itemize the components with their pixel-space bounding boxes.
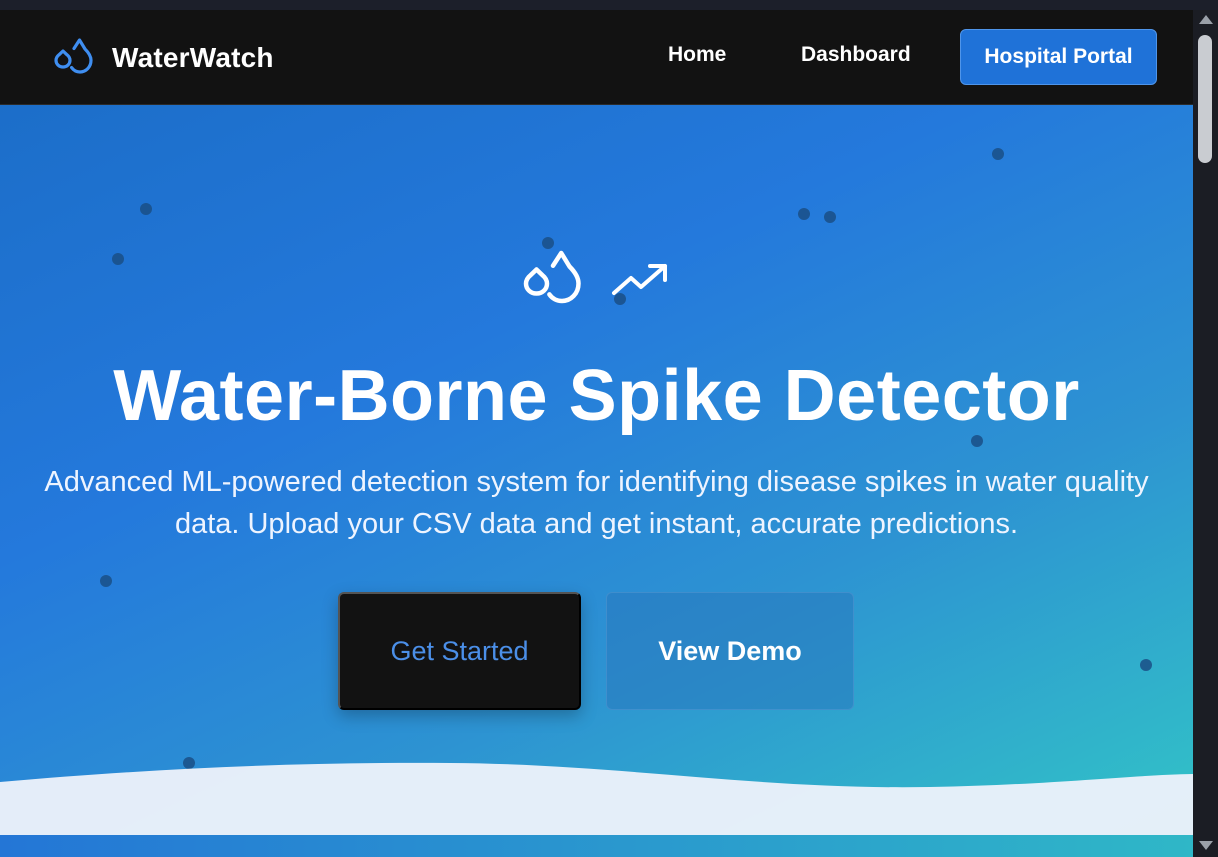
decorative-dot: [824, 211, 836, 223]
view-demo-button[interactable]: View Demo: [606, 592, 854, 710]
decorative-dot: [798, 208, 810, 220]
brand-logo[interactable]: WaterWatch: [54, 36, 274, 80]
nav-dashboard-link[interactable]: Dashboard: [801, 43, 911, 67]
hero-wave-divider: [0, 762, 1193, 840]
trending-up-icon: [612, 264, 667, 295]
brand-name: WaterWatch: [112, 42, 274, 73]
hero-icons: [523, 247, 669, 313]
scroll-down-arrow-icon[interactable]: [1199, 841, 1213, 850]
droplets-icon: [523, 250, 581, 304]
get-started-button[interactable]: Get Started: [338, 592, 581, 710]
hospital-portal-button[interactable]: Hospital Portal: [960, 29, 1157, 85]
page-viewport: WaterWatch Home Dashboard Hospital Porta…: [0, 10, 1193, 857]
section-divider-band: [0, 835, 1193, 857]
decorative-dot: [1140, 659, 1152, 671]
vertical-scrollbar[interactable]: [1193, 10, 1218, 857]
droplets-icon: [54, 38, 93, 74]
browser-top-strip: [0, 0, 1218, 10]
navbar: WaterWatch Home Dashboard Hospital Porta…: [0, 10, 1193, 105]
decorative-dot: [112, 253, 124, 265]
hero-subtitle: Advanced ML-powered detection system for…: [44, 466, 1149, 540]
hero-title: Water-Borne Spike Detector: [113, 356, 1080, 436]
decorative-dot: [140, 203, 152, 215]
nav-home-link[interactable]: Home: [668, 43, 726, 67]
scrollbar-thumb[interactable]: [1198, 35, 1212, 163]
decorative-dot: [992, 148, 1004, 160]
decorative-dot: [100, 575, 112, 587]
scroll-up-arrow-icon[interactable]: [1199, 15, 1213, 24]
hero-section: Water-Borne Spike Detector Advanced ML-p…: [0, 105, 1193, 857]
